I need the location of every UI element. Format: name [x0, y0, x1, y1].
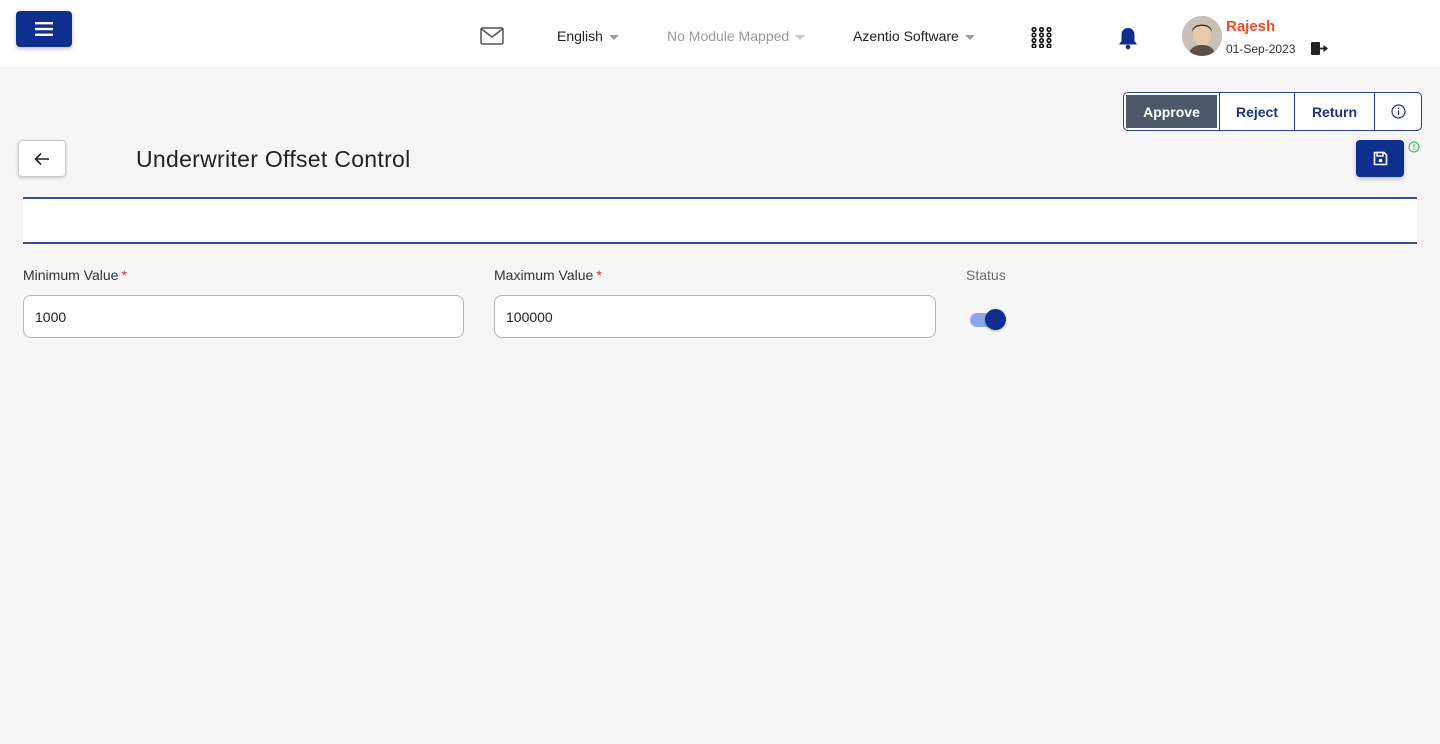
logout-icon[interactable]	[1310, 41, 1328, 56]
min-value-label: Minimum Value *	[23, 267, 127, 283]
status-label: Status	[966, 267, 1006, 283]
max-value-label-text: Maximum Value	[494, 267, 594, 283]
min-value-label-text: Minimum Value	[23, 267, 119, 283]
info-button[interactable]	[1375, 93, 1421, 130]
user-photo	[1182, 16, 1222, 56]
user-date: 01-Sep-2023	[1226, 42, 1296, 56]
company-dropdown[interactable]: Azentio Software	[853, 28, 975, 44]
toggle-knob	[985, 309, 1006, 330]
menu-button[interactable]	[16, 11, 72, 47]
section-band	[23, 197, 1417, 244]
page-title: Underwriter Offset Control	[136, 146, 411, 172]
module-value: No Module Mapped	[667, 28, 790, 44]
bell-icon[interactable]	[1117, 26, 1139, 50]
arrow-left-icon	[34, 152, 49, 165]
required-mark: *	[121, 267, 127, 283]
max-value-input[interactable]: 100000	[494, 295, 936, 338]
workflow-actions: Approve Reject Return	[1123, 92, 1422, 131]
avatar[interactable]	[1182, 16, 1222, 56]
caret-down-icon	[964, 34, 975, 40]
mail-icon[interactable]	[480, 26, 504, 46]
save-icon	[1373, 151, 1387, 166]
save-button[interactable]	[1356, 140, 1404, 177]
approve-button[interactable]: Approve	[1124, 93, 1220, 130]
min-value-input[interactable]: 1000	[23, 295, 464, 338]
hamburger-icon	[35, 22, 53, 36]
language-dropdown[interactable]: English	[557, 28, 619, 44]
language-value: English	[557, 28, 603, 44]
caret-down-icon	[795, 34, 806, 40]
status-toggle[interactable]	[970, 308, 1006, 330]
reject-button[interactable]: Reject	[1220, 93, 1295, 130]
company-value: Azentio Software	[853, 28, 959, 44]
required-mark: *	[596, 267, 602, 283]
user-name[interactable]: Rajesh	[1226, 18, 1275, 35]
info-icon	[1390, 104, 1406, 119]
offset-form: Minimum Value * 1000 Maximum Value * 10000…	[0, 250, 1440, 366]
status-info-icon	[1408, 141, 1420, 153]
return-button[interactable]: Return	[1295, 93, 1375, 130]
top-bar: English No Module Mapped Azentio Softwar…	[0, 0, 1440, 67]
caret-down-icon	[608, 34, 619, 40]
module-dropdown[interactable]: No Module Mapped	[667, 28, 806, 44]
min-value-text: 1000	[35, 308, 67, 325]
max-value-label: Maximum Value *	[494, 267, 602, 283]
back-button[interactable]	[18, 140, 66, 177]
max-value-text: 100000	[506, 308, 553, 325]
apps-grid-icon[interactable]	[1031, 27, 1052, 48]
